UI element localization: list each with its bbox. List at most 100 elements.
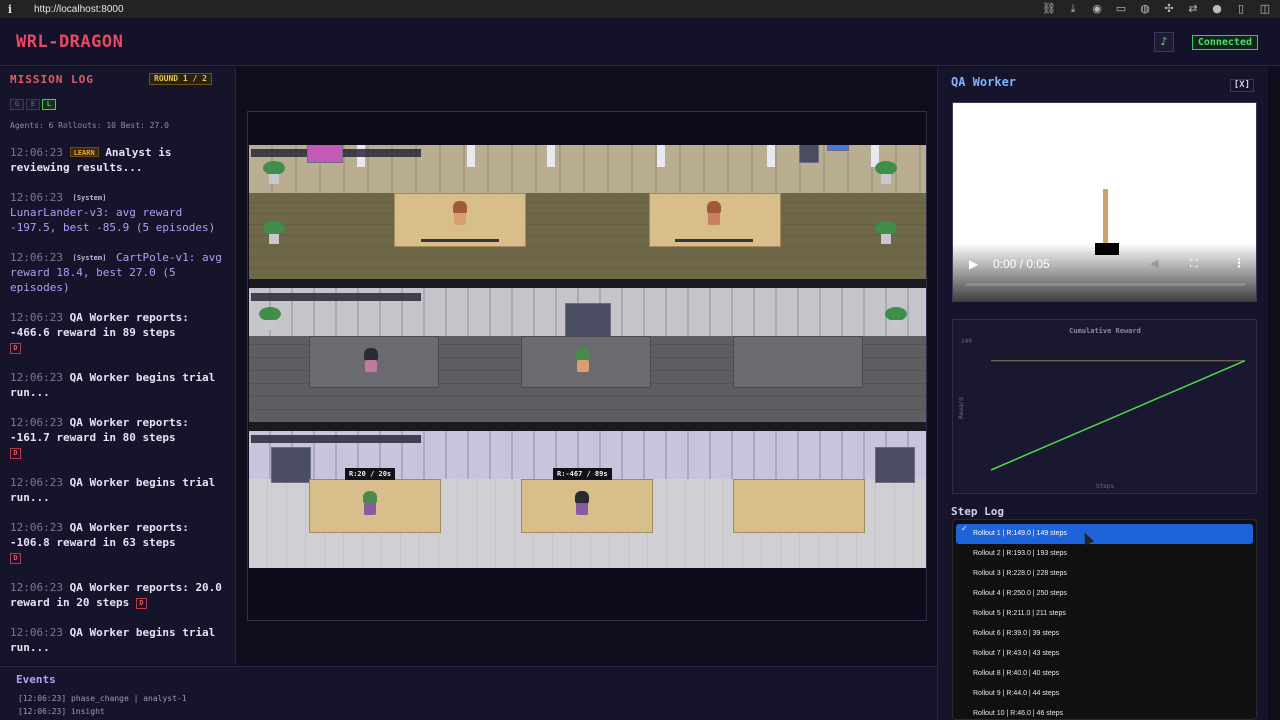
rollout-video-player[interactable]: ▶ 0:00 / 0:05 ◀︎ ⛶ ⋮ — [952, 102, 1257, 302]
app-header: WRL-DRAGON ♪ Connected — [0, 18, 1280, 66]
rollout-option[interactable]: Rollout 5 | R:211.0 | 211 steps — [956, 604, 1253, 624]
log-time: 12:06:23 — [10, 311, 63, 324]
log-entry: 12:06:23 QA Worker reports: -106.8 rewar… — [10, 520, 226, 565]
connection-status-badge: Connected — [1191, 35, 1258, 50]
office-world[interactable]: R:20 / 20s R:-467 / 89s — [249, 145, 926, 568]
detail-badge[interactable]: D — [135, 597, 147, 609]
info-icon[interactable]: i — [0, 3, 20, 16]
rollout-option[interactable]: Rollout 10 | R:46.0 | 46 steps — [956, 704, 1253, 719]
link-icon[interactable]: ⛓ — [1042, 2, 1056, 16]
rollout-select-dropdown[interactable]: ✓ Rollout 1 | R:149.0 | 149 steps Rollout… — [952, 519, 1257, 720]
url-bar[interactable]: http://localhost:8000 — [34, 4, 124, 15]
agent-detail-panel: QA Worker [X] ▶ 0:00 / 0:05 ◀︎ ⛶ ⋮ Cumul… — [937, 67, 1268, 720]
rollout-option[interactable]: Rollout 2 | R:193.0 | 193 steps — [956, 544, 1253, 564]
rollout-option[interactable]: ✓ Rollout 1 | R:149.0 | 149 steps — [956, 524, 1253, 544]
rollout-option[interactable]: Rollout 3 | R:228.0 | 228 steps — [956, 564, 1253, 584]
reward-chart-svg: Cumulative Reward Steps Reward 149 — [958, 327, 1246, 490]
room-label — [251, 435, 421, 443]
download-icon[interactable]: ⤓ — [1066, 2, 1080, 16]
log-entry: 12:06:23 LEARN Analyst is reviewing resu… — [10, 145, 226, 175]
filter-general-button[interactable]: G — [10, 99, 24, 110]
log-entry: 12:06:23 QA Worker begins trial run... — [10, 625, 226, 655]
rollout-option-label: Rollout 6 | R:39.0 | 39 steps — [973, 630, 1060, 637]
bookshelf — [875, 447, 915, 483]
music-toggle-button[interactable]: ♪ — [1154, 32, 1174, 52]
rollout-option[interactable]: Rollout 4 | R:250.0 | 250 steps — [956, 584, 1253, 604]
mission-stats: Agents: 6 Rollouts: 10 Best: 27.0 — [10, 121, 169, 130]
rollout-option[interactable]: Rollout 7 | R:43.0 | 43 steps — [956, 644, 1253, 664]
camera-icon[interactable]: ◉ — [1090, 2, 1104, 16]
detail-badge[interactable]: D — [10, 552, 21, 564]
round-badge: ROUND 1 / 2 — [149, 73, 212, 85]
detail-badge[interactable]: D — [10, 447, 21, 459]
coder-character[interactable] — [574, 348, 592, 374]
share-icon[interactable]: ⇄ — [1186, 2, 1200, 16]
fullscreen-icon[interactable]: ⛶ — [1190, 257, 1198, 271]
chart-title: Cumulative Reward — [1069, 327, 1141, 335]
rollout-option-label: Rollout 8 | R:40.0 | 40 steps — [973, 670, 1060, 677]
chart-x-label: Steps — [1096, 483, 1114, 490]
rollout-option[interactable]: Rollout 9 | R:44.0 | 44 steps — [956, 684, 1253, 704]
plant-decoration — [263, 221, 285, 245]
desk-rail — [421, 239, 499, 242]
log-entry: 12:06:23 QA Worker reports: -161.7 rewar… — [10, 415, 226, 460]
game-canvas-frame[interactable]: R:20 / 20s R:-467 / 89s — [247, 111, 927, 621]
detail-badge[interactable]: D — [10, 342, 21, 354]
arcade-machine — [307, 145, 343, 163]
bookshelf — [271, 447, 311, 483]
event-line: [12:06:23] phase_change | analyst-1 — [18, 694, 187, 703]
log-text: LunarLander-v3: avg reward -197.5, best … — [10, 206, 216, 234]
play-icon[interactable]: ▶ — [969, 257, 978, 271]
video-progress-bar[interactable] — [966, 283, 1245, 286]
log-entry: 12:06:23 QA Worker reports: 20.0 reward … — [10, 580, 226, 610]
log-list[interactable]: 12:06:23 LEARN Analyst is reviewing resu… — [10, 145, 226, 665]
video-controls — [953, 243, 1256, 301]
rollout-option-label: Rollout 1 | R:149.0 | 149 steps — [973, 530, 1067, 537]
learn-tag: LEARN — [69, 147, 99, 157]
log-filters: G E L — [10, 99, 56, 110]
qa-worker-character[interactable] — [361, 491, 379, 517]
globe-icon[interactable]: ◍ — [1138, 2, 1152, 16]
reward-badge: R:20 / 20s — [345, 468, 396, 480]
log-entry: 12:06:23 QA Worker begins trial run... — [10, 370, 226, 400]
more-options-icon[interactable]: ⋮ — [1233, 256, 1245, 270]
qa-worker-character[interactable] — [573, 491, 591, 517]
agent-title: QA Worker — [951, 75, 1017, 89]
log-entry: 12:06:23 QA Worker reports: -466.6 rewar… — [10, 310, 226, 355]
rollout-option-label: Rollout 5 | R:211.0 | 211 steps — [973, 610, 1066, 617]
room-label — [251, 293, 421, 301]
menu-icon[interactable]: ▯ — [1234, 2, 1248, 16]
mute-icon[interactable]: ◀︎ — [1150, 257, 1158, 270]
monitor — [827, 145, 849, 151]
filing-cabinet — [565, 303, 611, 337]
reward-badge: R:-467 / 89s — [553, 468, 612, 480]
analyst-character[interactable] — [705, 201, 723, 227]
log-time: 12:06:23 — [10, 626, 63, 639]
extension-icon[interactable]: ✣ — [1162, 2, 1176, 16]
system-tag: [System] — [72, 254, 107, 262]
rollout-option[interactable]: Rollout 6 | R:39.0 | 39 steps — [956, 624, 1253, 644]
video-time: 0:00 / 0:05 — [993, 257, 1050, 271]
mission-log-title: MISSION LOG — [10, 73, 94, 86]
wall-pillar — [767, 145, 775, 167]
close-panel-button[interactable]: [X] — [1229, 79, 1254, 92]
room-floor-top — [249, 193, 926, 279]
log-time: 12:06:23 — [10, 251, 63, 264]
window-icon[interactable]: ▭ — [1114, 2, 1128, 16]
rollout-option[interactable]: Rollout 8 | R:40.0 | 40 steps — [956, 664, 1253, 684]
profile-icon[interactable]: ● — [1210, 2, 1224, 16]
cartpole-pole — [1103, 189, 1108, 245]
plant-decoration — [885, 307, 907, 331]
event-line: [12:06:23] insight — [18, 707, 105, 716]
log-time: 12:06:23 — [10, 521, 63, 534]
desk — [733, 336, 863, 388]
chart-y-tick: 149 — [961, 338, 972, 345]
sidebar-toggle-icon[interactable]: ◫ — [1258, 2, 1272, 16]
desk — [733, 479, 865, 533]
filter-learn-button[interactable]: L — [42, 99, 56, 110]
analyst-character[interactable] — [451, 201, 469, 227]
plant-decoration — [875, 221, 897, 245]
game-area: R:20 / 20s R:-467 / 89s — [237, 67, 937, 665]
filter-events-button[interactable]: E — [26, 99, 40, 110]
coder-character[interactable] — [362, 348, 380, 374]
